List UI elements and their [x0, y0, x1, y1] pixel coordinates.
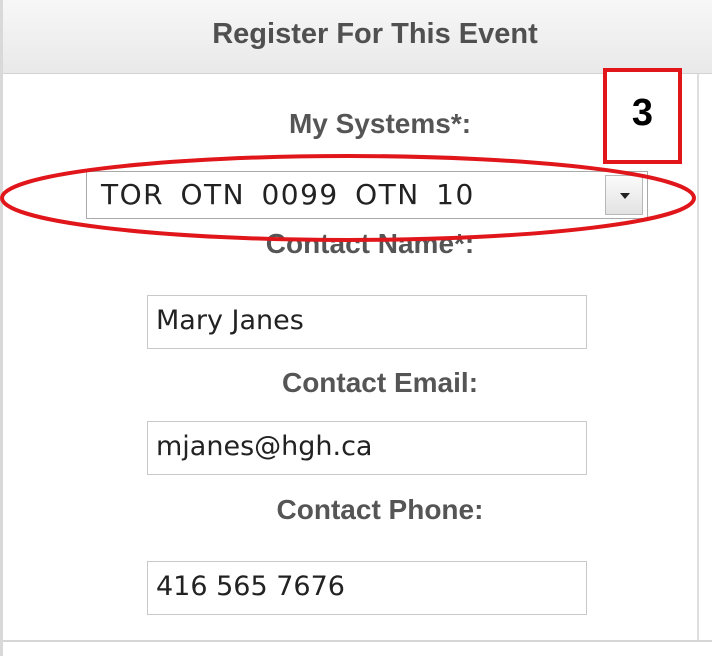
my-systems-select[interactable]: TOR OTN 0099 OTN 10 [86, 171, 648, 219]
contact-email-value: mjanes@hgh.ca [156, 431, 373, 462]
panel-left-border [0, 0, 3, 656]
contact-email-field[interactable]: mjanes@hgh.ca [147, 421, 587, 475]
panel-bottom-border [3, 640, 712, 642]
contact-name-value: Mary Janes [156, 305, 304, 336]
chevron-down-icon [620, 193, 630, 199]
contact-name-label: Contact Name*: [265, 228, 475, 259]
step-callout-box: 3 [603, 68, 682, 164]
contact-phone-field[interactable]: 416 565 7676 [147, 561, 587, 615]
step-number: 3 [631, 92, 654, 134]
contact-email-label: Contact Email: [281, 367, 479, 398]
dropdown-button[interactable] [605, 175, 643, 215]
contact-phone-value: 416 565 7676 [156, 571, 345, 602]
contact-phone-label: Contact Phone: [276, 494, 484, 525]
my-systems-selected-value: TOR OTN 0099 OTN 10 [101, 178, 475, 211]
panel-right-border [697, 74, 699, 642]
register-event-screen: Register For This Event My Systems*: TOR… [0, 0, 712, 656]
my-systems-label: My Systems*: [288, 108, 472, 139]
contact-name-field[interactable]: Mary Janes [147, 295, 587, 349]
panel-title: Register For This Event [212, 18, 538, 50]
